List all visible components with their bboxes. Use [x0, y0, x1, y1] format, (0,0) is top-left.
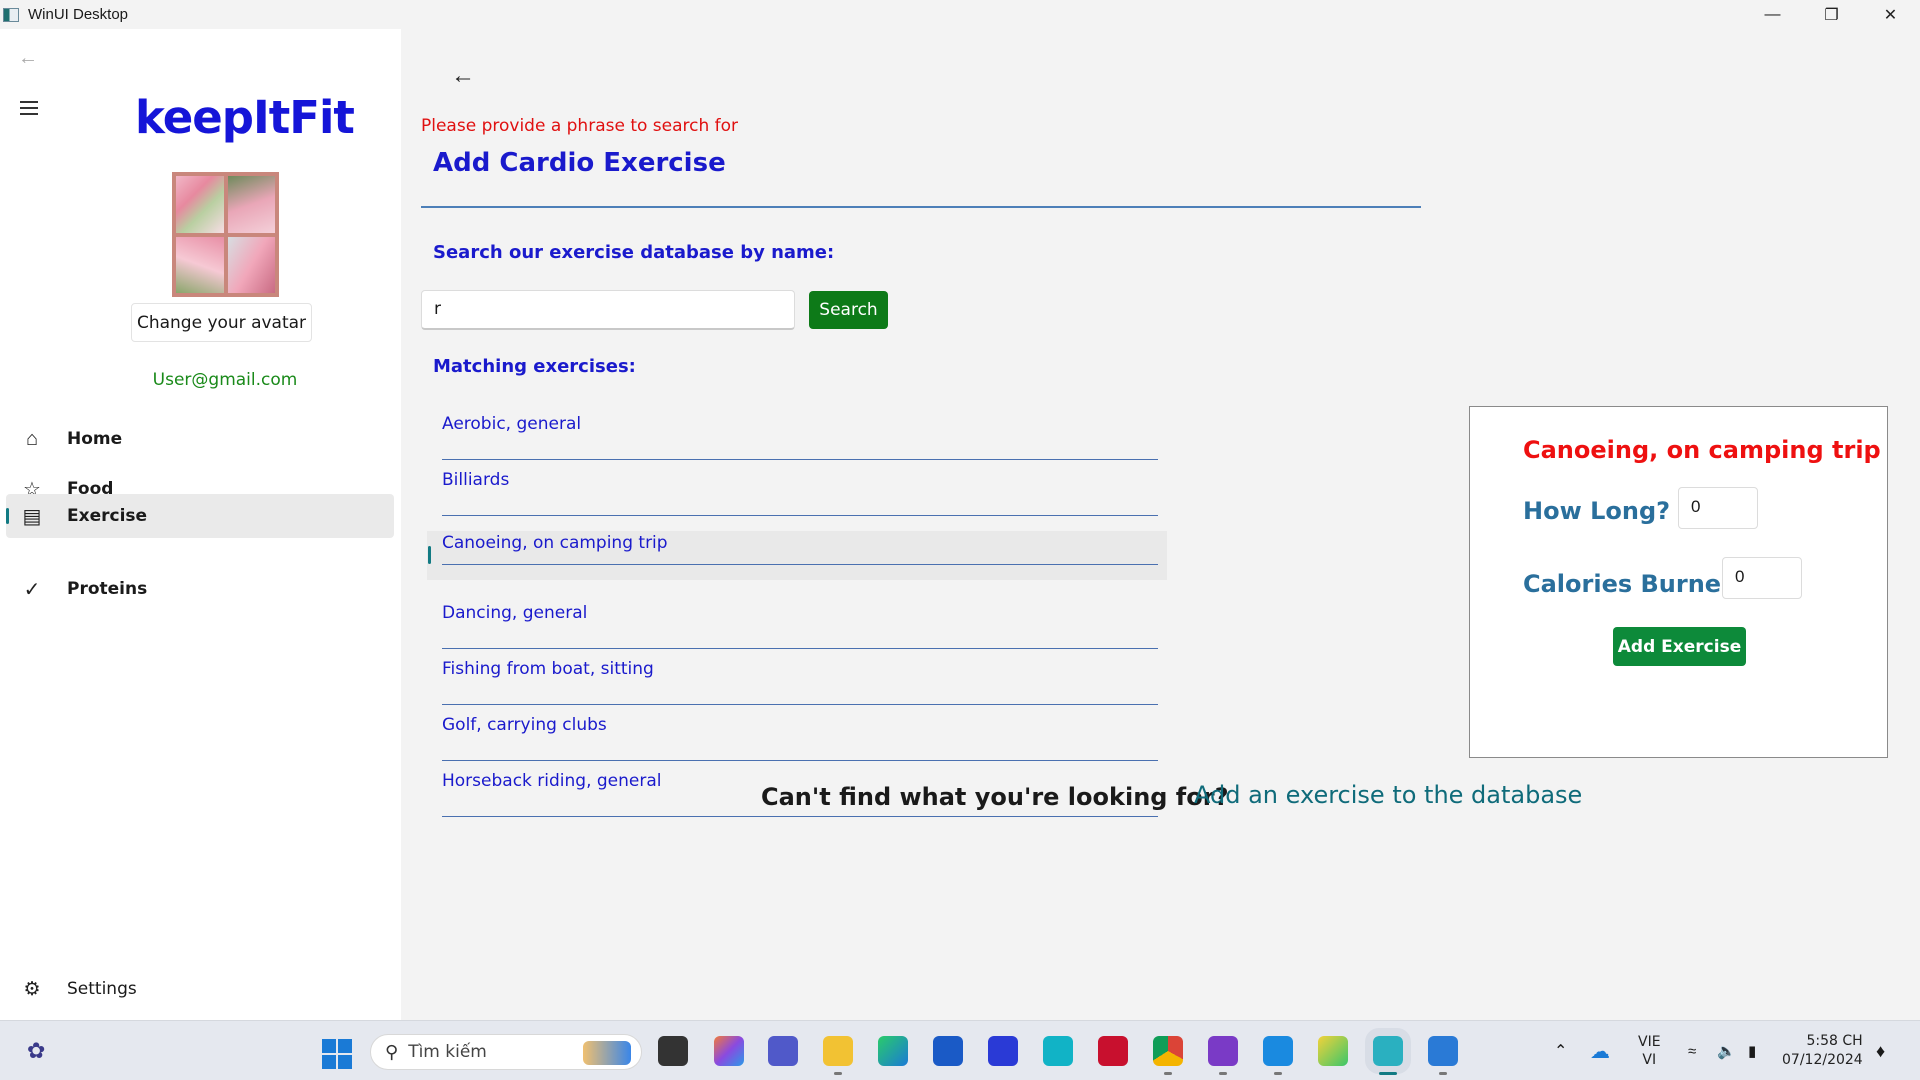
sidebar: ← keepItFit Change your avatar User@gmai… — [0, 29, 401, 1020]
cant-find-text: Can't find what you're looking for? — [761, 783, 1229, 811]
sidebar-item-exercise[interactable]: ▤ Exercise — [6, 494, 394, 538]
list-item-selected[interactable]: Canoeing, on camping trip — [427, 531, 1167, 580]
onedrive-icon[interactable]: ☁ — [1590, 1021, 1610, 1080]
calories-burned-label: Calories Burned — [1523, 570, 1739, 598]
sidebar-item-settings[interactable]: ⚙ Settings — [6, 971, 137, 1007]
copilot-icon[interactable] — [714, 1036, 744, 1066]
avatar — [172, 172, 279, 297]
nav-back-icon[interactable]: ← — [18, 47, 38, 70]
app-logo: keepItFit — [135, 91, 355, 144]
clock[interactable]: 5:58 CH 07/12/2024 — [1782, 1032, 1863, 1070]
app-icon-multicolor[interactable] — [1318, 1036, 1348, 1066]
sidebar-item-label: Proteins — [67, 579, 148, 599]
chrome-icon[interactable] — [1153, 1036, 1183, 1075]
title-bar: WinUI Desktop — ❐ ✕ — [0, 0, 1920, 29]
how-long-label: How Long? — [1523, 497, 1671, 525]
search-input[interactable]: r — [421, 290, 795, 330]
sidebar-item-label: Settings — [67, 979, 137, 999]
exercise-name: Golf, carrying clubs — [442, 715, 607, 735]
visual-studio-icon[interactable] — [1208, 1036, 1238, 1075]
task-view-icon[interactable] — [658, 1036, 688, 1066]
winui-app-icon[interactable] — [1365, 1028, 1411, 1075]
list-item[interactable]: Golf, carrying clubs — [427, 699, 1167, 761]
app-icon-blue[interactable] — [988, 1036, 1018, 1066]
page-title: Add Cardio Exercise — [433, 148, 726, 178]
exercise-name: Aerobic, general — [442, 414, 582, 434]
error-message: Please provide a phrase to search for — [421, 116, 739, 136]
exercise-list: Aerobic, general Billiards Canoeing, on … — [427, 398, 1167, 817]
edge-icon[interactable] — [878, 1036, 908, 1066]
sidebar-item-proteins[interactable]: ✓ Proteins — [6, 567, 394, 611]
clock-time: 5:58 CH — [1806, 1033, 1863, 1049]
window-controls: — ❐ ✕ — [1743, 0, 1920, 29]
main-content: ← Please provide a phrase to search for … — [401, 29, 1920, 1020]
divider — [442, 515, 1158, 516]
exercise-name: Dancing, general — [442, 603, 588, 623]
language-code: VIE — [1638, 1034, 1661, 1050]
language-indicator[interactable]: VIE VI — [1638, 1033, 1661, 1069]
calories-burned-input[interactable]: 0 — [1722, 557, 1802, 599]
window-title: WinUI Desktop — [28, 6, 129, 23]
battery-icon[interactable]: ▮ — [1748, 1021, 1756, 1080]
restore-icon[interactable]: ❐ — [1802, 0, 1861, 29]
divider — [442, 564, 1158, 565]
list-item[interactable]: Fishing from boat, sitting — [427, 643, 1167, 705]
list-item[interactable]: Billiards — [427, 454, 1167, 516]
close-icon[interactable]: ✕ — [1861, 0, 1920, 29]
chevron-up-icon[interactable]: ⌃ — [1554, 1021, 1567, 1080]
user-email: User@gmail.com — [152, 370, 298, 390]
title-divider — [421, 206, 1421, 208]
store-icon[interactable] — [933, 1036, 963, 1066]
exercise-name: Billiards — [442, 470, 510, 490]
divider — [442, 816, 1158, 817]
matching-exercises-label: Matching exercises: — [433, 356, 636, 377]
clock-date: 07/12/2024 — [1782, 1052, 1863, 1068]
add-exercise-button[interactable]: Add Exercise — [1613, 627, 1746, 666]
taskbar-search-placeholder: Tìm kiếm — [408, 1042, 487, 1062]
list-item[interactable]: Aerobic, general — [427, 398, 1167, 460]
wifi-icon[interactable]: ≈ — [1688, 1021, 1696, 1080]
search-label: Search our exercise database by name: — [433, 242, 835, 263]
taskbar-search[interactable]: ⚲ Tìm kiếm — [370, 1034, 642, 1070]
notification-bell-icon[interactable]: ♦ — [1876, 1021, 1885, 1080]
gear-icon: ⚙ — [23, 978, 41, 1000]
sidebar-item-label: Home — [67, 429, 123, 449]
teams-icon[interactable] — [768, 1036, 798, 1066]
search-highlight-icon — [583, 1041, 631, 1065]
exercise-name: Fishing from boat, sitting — [442, 659, 654, 679]
input-method: VI — [1642, 1052, 1657, 1068]
how-long-input[interactable]: 0 — [1678, 487, 1758, 529]
cortana-icon[interactable] — [1043, 1036, 1073, 1066]
exercise-name: Horseback riding, general — [442, 771, 662, 791]
back-arrow-icon[interactable]: ← — [451, 62, 475, 90]
notepad-icon[interactable] — [1428, 1036, 1458, 1075]
search-button[interactable]: Search — [809, 291, 888, 329]
exercise-icon: ▤ — [22, 505, 42, 528]
exercise-name: Canoeing, on camping trip — [442, 533, 668, 553]
checkmark-icon: ✓ — [23, 578, 41, 601]
hamburger-menu-icon[interactable] — [20, 101, 40, 119]
selected-exercise-title: Canoeing, on camping trip — [1523, 436, 1881, 464]
sidebar-item-home[interactable]: ⌂ Home — [6, 417, 394, 461]
change-avatar-button[interactable]: Change your avatar — [131, 303, 312, 342]
taskbar: ✿ ⚲ Tìm kiếm ⌃ ☁ VIE VI ≈ 🔈 ▮ 5:58 CH 07… — [0, 1020, 1920, 1080]
add-to-database-link[interactable]: Add an exercise to the database — [1194, 781, 1582, 809]
exercise-detail-panel: Canoeing, on camping trip How Long? 0 Ca… — [1469, 406, 1888, 758]
search-icon: ⚲ — [385, 1041, 399, 1062]
start-button[interactable] — [322, 1039, 352, 1069]
docker-icon[interactable] — [1263, 1036, 1293, 1075]
app-icon — [3, 7, 19, 22]
sidebar-item-label: Exercise — [67, 506, 148, 526]
volume-icon[interactable]: 🔈 — [1717, 1021, 1736, 1080]
file-explorer-icon[interactable] — [823, 1036, 853, 1075]
minimize-icon[interactable]: — — [1743, 0, 1802, 29]
home-icon: ⌂ — [25, 427, 39, 450]
list-item[interactable]: Dancing, general — [427, 587, 1167, 649]
mcafee-icon[interactable] — [1098, 1036, 1128, 1066]
widgets-icon[interactable]: ✿ — [27, 1038, 45, 1064]
